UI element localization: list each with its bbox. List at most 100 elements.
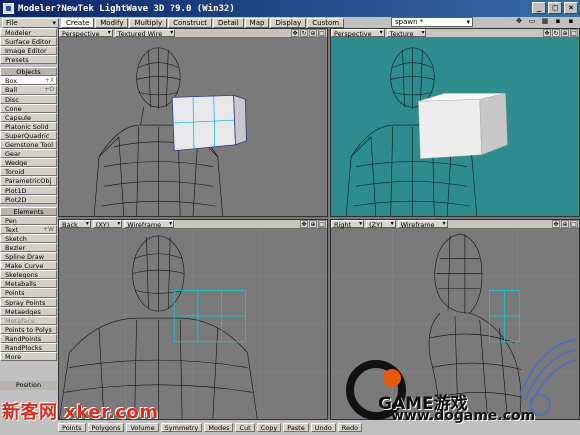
sidebar-item-plot1d[interactable]: Plot1D	[0, 185, 57, 195]
maximize-view-icon[interactable]: □	[570, 29, 578, 37]
shortcut-label: +W	[43, 225, 54, 233]
sidebar-item-more[interactable]: More	[0, 352, 57, 362]
layer-select[interactable]: spawn *	[391, 17, 473, 27]
sidebar-item-platonic-solid[interactable]: Platonic Solid	[0, 121, 57, 131]
sidebar-item-label: Metaballs	[5, 280, 37, 289]
viewport-top-right[interactable]: Perspective Texture ✥ ↻ ⊕ □	[330, 28, 580, 217]
undo-button[interactable]: Undo	[310, 423, 336, 432]
zoom-view-icon[interactable]: ⊕	[309, 29, 317, 37]
sidebar-item-plot2d[interactable]: Plot2D	[0, 194, 57, 204]
zoom-view-icon[interactable]: ⊕	[561, 220, 569, 228]
axis-select[interactable]: (XY)	[92, 220, 123, 229]
cut-button[interactable]: Cut	[235, 423, 255, 432]
sidebar-item-gemstone-tool[interactable]: Gemstone Tool	[0, 140, 57, 150]
sidebar-item-text[interactable]: Text +W	[0, 224, 57, 234]
sidebar-item-bezier[interactable]: Bezier	[0, 242, 57, 253]
sidebar-item-pen[interactable]: Pen	[0, 215, 57, 225]
grid-icon[interactable]: ▦	[540, 17, 550, 26]
tab-multiply[interactable]: Multiply	[129, 17, 168, 28]
points-mode-button[interactable]: Points	[58, 423, 86, 432]
sidebar-item-spline-draw[interactable]: Spline Draw	[0, 252, 57, 262]
sidebar-item-metaface[interactable]: Metaface	[0, 315, 57, 325]
zoom-view-icon[interactable]: ⊕	[309, 220, 317, 228]
sidebar-item-disc[interactable]: Disc	[0, 94, 57, 104]
sidebar-item-label: More	[5, 353, 22, 362]
move-icon[interactable]: ✥	[514, 17, 524, 26]
tab-map[interactable]: Map	[244, 17, 270, 28]
polygons-mode-button[interactable]: Polygons	[87, 423, 125, 432]
sidebar-item-ball[interactable]: Ball +O	[0, 85, 57, 95]
presets-button[interactable]: Presets	[0, 55, 57, 65]
tab-detail[interactable]: Detail	[213, 17, 244, 28]
sidebar-item-skelegons[interactable]: Skelegons	[0, 270, 57, 280]
copy-button[interactable]: Copy	[256, 423, 282, 432]
maximize-view-icon[interactable]: □	[318, 29, 326, 37]
paste-button[interactable]: Paste	[283, 423, 309, 432]
move-view-icon[interactable]: ✥	[543, 29, 551, 37]
close-icon[interactable]: ×	[564, 2, 578, 14]
sidebar-item-parametricobj[interactable]: ParametricObj	[0, 176, 57, 186]
sidebar-item-spray-points[interactable]: Spray Points	[0, 297, 57, 307]
sidebar-item-metaedges[interactable]: Metaedges	[0, 306, 57, 316]
sidebar-item-sketch[interactable]: Sketch	[0, 233, 57, 243]
axis-select[interactable]: (ZY)	[366, 220, 396, 229]
sidebar-item-randplocks[interactable]: RandPlocks	[0, 343, 57, 353]
minimize-icon[interactable]: _	[532, 2, 546, 14]
image-editor-button[interactable]: Image Editor	[0, 46, 57, 56]
rotate-view-icon[interactable]: ↻	[552, 29, 560, 37]
modes-select[interactable]: Modes	[204, 423, 234, 432]
sidebar-item-label: Platonic Solid	[5, 122, 49, 131]
sidebar-item-toroid[interactable]: Toroid	[0, 167, 57, 177]
sidebar-item-gear[interactable]: Gear	[0, 149, 57, 159]
sidebar-item-metaballs[interactable]: Metaballs	[0, 279, 57, 289]
symmetry-toggle[interactable]: Symmetry	[160, 423, 203, 432]
tab-create[interactable]: Create	[61, 17, 95, 28]
viewport-canvas[interactable]	[331, 38, 579, 216]
render-mode-select[interactable]: Wireframe	[397, 220, 448, 229]
view-type-select[interactable]: Right	[331, 220, 365, 229]
move-view-icon[interactable]: ✥	[300, 220, 308, 228]
render-mode-select[interactable]: Wireframe	[124, 220, 175, 229]
viewport-top-left[interactable]: Perspective Textured Wire ✥ ↻ ⊕ □	[58, 28, 328, 217]
rotate-view-icon[interactable]: ↻	[300, 29, 308, 37]
view-type-select[interactable]: Back	[59, 220, 91, 229]
render-mode-select[interactable]: Textured Wire	[114, 29, 176, 38]
tab-display[interactable]: Display	[270, 17, 307, 28]
maximize-view-icon[interactable]: □	[318, 220, 326, 228]
sidebar-item-cone[interactable]: Cone	[0, 103, 57, 113]
sidebar-item-wedge[interactable]: Wedge	[0, 158, 57, 168]
layer-a-icon[interactable]: ▪	[553, 17, 563, 26]
sidebar-item-box[interactable]: Box +X	[0, 76, 57, 86]
volume-mode-button[interactable]: Volume	[126, 423, 159, 432]
sidebar-item-capsule[interactable]: Capsule	[0, 112, 57, 122]
move-view-icon[interactable]: ✥	[552, 220, 560, 228]
tab-construct[interactable]: Construct	[168, 17, 213, 28]
page-icon[interactable]: ▭	[527, 17, 537, 26]
modeler-menu[interactable]: Modeler	[0, 28, 57, 38]
tab-custom[interactable]: Custom	[307, 17, 345, 28]
file-menu[interactable]: File	[2, 17, 59, 28]
textured-box	[418, 93, 508, 159]
tab-modify[interactable]: Modify	[95, 17, 129, 28]
viewport-canvas[interactable]	[59, 229, 327, 419]
sidebar-item-make-curve[interactable]: Make Curve	[0, 261, 57, 271]
viewport-bottom-left[interactable]: Back (XY) Wireframe ✥ ⊕ □	[58, 219, 328, 420]
surface-editor-button[interactable]: Surface Editor	[0, 37, 57, 47]
sidebar-item-randpoints[interactable]: RandPoints	[0, 333, 57, 343]
sidebar-item-points-to-polys[interactable]: Points to Polys	[0, 324, 57, 334]
layer-b-icon[interactable]: ▪	[566, 17, 576, 26]
viewport-controls: ✥ ↻ ⊕ □	[291, 29, 326, 37]
maximize-view-icon[interactable]: □	[570, 220, 578, 228]
maximize-icon[interactable]: □	[548, 2, 562, 14]
zoom-view-icon[interactable]: ⊕	[561, 29, 569, 37]
sidebar-item-label: Sketch	[5, 234, 27, 243]
render-mode-select[interactable]: Texture	[386, 29, 427, 38]
sidebar-item-points[interactable]: Points	[0, 288, 57, 298]
viewport-controls: ✥ ↻ ⊕ □	[543, 29, 578, 37]
sidebar-item-superquadric[interactable]: SuperQuadric	[0, 130, 57, 141]
view-type-select[interactable]: Perspective	[59, 29, 113, 38]
viewport-canvas[interactable]	[59, 38, 327, 216]
elements-list: Pen Text +W Sketch Bezier Spline Draw Make Cur…	[0, 215, 57, 362]
move-view-icon[interactable]: ✥	[291, 29, 299, 37]
view-type-select[interactable]: Perspective	[331, 29, 385, 38]
